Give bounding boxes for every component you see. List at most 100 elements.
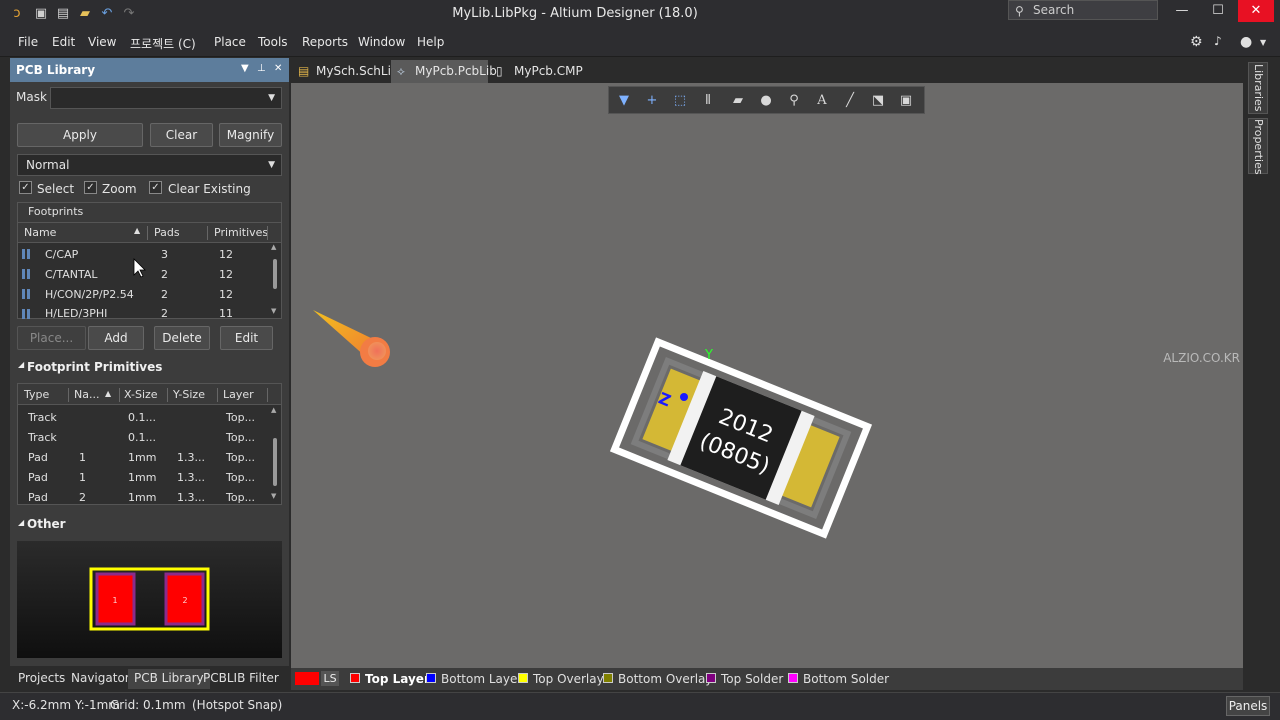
scroll-up-icon[interactable]: ▲ (271, 243, 276, 251)
table-row[interactable]: H/CON/2P/P2.54 2 12 (18, 285, 273, 305)
current-layer-swatch[interactable] (295, 672, 319, 685)
search-input[interactable]: ⚲ Search (1008, 0, 1158, 20)
chevron-down-icon[interactable]: ▼ (1260, 38, 1266, 47)
scroll-down-icon[interactable]: ▼ (271, 492, 276, 500)
primitive-name: 2 (79, 491, 86, 504)
primitives-section-title[interactable]: Footprint Primitives (27, 360, 162, 374)
layer-tab-top-overlay[interactable]: Top Overlay (518, 672, 604, 686)
tab-pcblib-filter[interactable]: PCBLIB Filter (197, 669, 285, 689)
primitive-y-size: 1.3... (177, 491, 205, 504)
scroll-down-icon[interactable]: ▼ (271, 307, 276, 315)
footprints-scrollbar[interactable]: ▲ ▼ (271, 243, 279, 318)
menu-project[interactable]: 프로젝트 (C) (130, 35, 196, 52)
layer-label: Bottom Solder (803, 672, 890, 686)
table-row[interactable]: Track 0.1... Top... (18, 428, 273, 448)
collapse-icon[interactable]: ◢ (18, 360, 24, 369)
minimize-button[interactable]: — (1164, 0, 1200, 22)
mask-label: Mask (16, 90, 47, 104)
maximize-button[interactable]: ☐ (1200, 0, 1236, 22)
add-button[interactable]: Add (88, 326, 144, 350)
menu-reports[interactable]: Reports (302, 35, 348, 49)
tab-mypcb-pcblib[interactable]: ⟡ MyPcb.PcbLib (391, 60, 497, 83)
document-icon: ▯ (496, 64, 503, 78)
layer-tab-bottom-overlay[interactable]: Bottom Overlay (603, 672, 712, 686)
layer-color-swatch (788, 673, 798, 683)
column-separator (147, 226, 148, 240)
close-button[interactable]: ✕ (1238, 0, 1274, 22)
panels-button[interactable]: Panels (1226, 696, 1270, 716)
delete-button[interactable]: Delete (154, 326, 210, 350)
magnify-button[interactable]: Magnify (219, 123, 282, 147)
tab-mypcb-cmp[interactable]: ▯ MyPcb.CMP (490, 60, 583, 83)
column-separator (207, 226, 208, 240)
clear-button[interactable]: Clear (150, 123, 213, 147)
menu-help[interactable]: Help (417, 35, 444, 49)
tab-projects[interactable]: Projects (12, 669, 71, 689)
select-label: Select (37, 182, 75, 196)
menu-window[interactable]: Window (358, 35, 405, 49)
column-type[interactable]: Type (24, 388, 49, 401)
scroll-up-icon[interactable]: ▲ (271, 406, 276, 414)
status-bar: X:-6.2mm Y:-1mm Grid: 0.1mm (Hotspot Sna… (0, 692, 1280, 720)
column-name[interactable]: Name (24, 226, 56, 239)
scroll-thumb[interactable] (273, 438, 277, 486)
layer-tab-bottom-layer[interactable]: Bottom Layer (426, 672, 522, 686)
footprint-primitives: 11 (219, 307, 233, 319)
select-checkbox[interactable]: ✓ (19, 181, 32, 194)
table-row[interactable]: Pad 2 1mm 1.3... Top... (18, 488, 273, 504)
primitive-name: 1 (79, 471, 86, 484)
layer-tab-top-solder[interactable]: Top Solder (706, 672, 783, 686)
mode-combobox[interactable]: Normal ▼ (17, 154, 282, 176)
scroll-thumb[interactable] (273, 259, 277, 289)
primitives-scrollbar[interactable]: ▲ ▼ (271, 406, 279, 504)
column-name[interactable]: Na... (74, 388, 99, 401)
layer-tab-top-layer[interactable]: Top Layer (350, 672, 430, 686)
pin-icon[interactable]: ⊥ (257, 63, 266, 74)
user-icon[interactable]: ● (1240, 34, 1252, 50)
menu-view[interactable]: View (88, 35, 116, 49)
column-layer[interactable]: Layer (223, 388, 254, 401)
bell-icon[interactable]: ♪ (1214, 34, 1222, 48)
primitive-x-size: 1mm (128, 451, 157, 464)
menu-edit[interactable]: Edit (52, 35, 75, 49)
menu-place[interactable]: Place (214, 35, 246, 49)
edit-button[interactable]: Edit (220, 326, 273, 350)
zoom-checkbox[interactable]: ✓ (84, 181, 97, 194)
primitive-x-size: 1mm (128, 491, 157, 504)
footprint-name: C/TANTAL (45, 268, 98, 281)
tab-mysch-schlib[interactable]: ▤ MySch.SchLib (292, 60, 399, 83)
table-row[interactable]: Pad 1 1mm 1.3... Top... (18, 448, 273, 468)
place-button[interactable]: Place... (17, 326, 86, 350)
table-row[interactable]: Track 0.1... Top... (18, 408, 273, 428)
pcb-canvas[interactable]: ▼ + ⬚ ⫴ ▰ ● ⚲ A ╱ ⬔ ▣ 2012 (0805) Y Z AL… (291, 83, 1243, 668)
apply-button[interactable]: Apply (17, 123, 143, 147)
layer-label: Bottom Overlay (618, 672, 713, 686)
collapse-icon[interactable]: ◢ (18, 518, 24, 527)
footprint-icon (22, 268, 34, 280)
layer-set-ls[interactable]: LS (321, 671, 339, 686)
layer-tab-bottom-solder[interactable]: Bottom Solder (788, 672, 889, 686)
mask-combobox[interactable]: ▼ (50, 87, 282, 109)
footprint-pads: 2 (161, 307, 168, 319)
other-section-title[interactable]: Other (27, 517, 66, 531)
tab-navigator[interactable]: Navigator (65, 669, 136, 689)
layer-color-swatch (350, 673, 360, 683)
tab-libraries[interactable]: Libraries (1248, 62, 1268, 114)
tab-properties[interactable]: Properties (1248, 118, 1268, 175)
column-pads[interactable]: Pads (154, 226, 180, 239)
layer-color-swatch (603, 673, 613, 683)
layer-color-swatch (426, 673, 436, 683)
panel-close-icon[interactable]: ✕ (274, 63, 282, 74)
menu-file[interactable]: File (18, 35, 38, 49)
menu-tools[interactable]: Tools (258, 35, 288, 49)
mode-value: Normal (26, 158, 70, 172)
snap-mode: (Hotspot Snap) (192, 698, 283, 712)
column-x-size[interactable]: X-Size (124, 388, 158, 401)
column-primitives[interactable]: Primitives (214, 226, 268, 239)
gear-icon[interactable]: ⚙ (1190, 34, 1203, 50)
table-row[interactable]: Pad 1 1mm 1.3... Top... (18, 468, 273, 488)
clear-existing-checkbox[interactable]: ✓ (149, 181, 162, 194)
table-row[interactable]: H/LED/3PHI 2 11 (18, 305, 273, 319)
panel-menu-icon[interactable]: ▼ (241, 63, 249, 74)
column-y-size[interactable]: Y-Size (173, 388, 205, 401)
